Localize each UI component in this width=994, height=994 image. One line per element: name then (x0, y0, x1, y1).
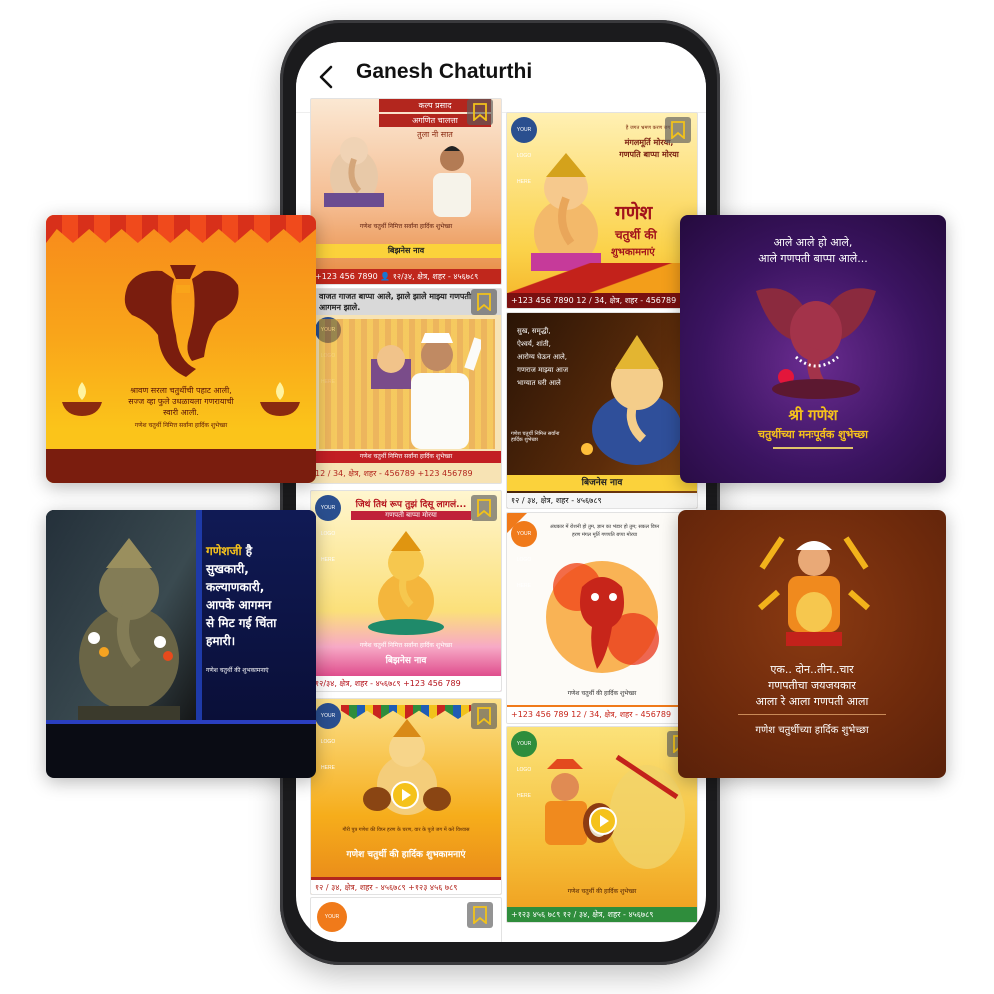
ganesha-painting (537, 557, 667, 677)
card-caption: गणेश चतुर्थी की हार्दिक शुभेच्छा (567, 690, 637, 697)
card-text: सज्ज व्हा फुले उधळायला गणरायाची (128, 397, 234, 406)
card-text: गणपति बाप्पा मोरया (619, 150, 679, 159)
template-card[interactable]: वाजत गाजत बाप्पा आले, झाले झाले माझ्या ग… (310, 288, 502, 484)
card-footer: १२/३४, क्षेत्र, शहर - ४५६७८९ +123 456 78… (311, 676, 501, 691)
card-title: गणेश (615, 202, 653, 224)
card-text: से मिट गई चिंता (206, 616, 277, 630)
bookmark-icon[interactable] (471, 495, 497, 521)
card-caption: गणेश चतुर्थी निमित्त सर्वांना हार्दिक शु… (511, 431, 560, 443)
card-text: आपके आगमन (206, 598, 272, 612)
divider (773, 447, 853, 449)
card-text: आले गणपती बाप्पा आले... (758, 252, 868, 265)
card-title: चतुर्थीच्या मनःपूर्वक शुभेच्छा (758, 428, 868, 441)
ganesha-image (567, 329, 692, 469)
card-text: अंधकार में रोशनी हो तुम, ज्ञान का भंडार … (549, 524, 660, 538)
template-card[interactable]: YOUR LOGO HERE गौरी पुत्र गणेश की विघ्न … (310, 698, 502, 895)
card-footer: 12 / 34, क्षेत्र, शहर - 456789 +123 4567… (311, 465, 501, 483)
logo-placeholder: YOUR LOGO HERE (315, 703, 341, 771)
card-text: कल्याणकारी, (206, 580, 265, 594)
card-text: एक.. दोन..तीन..चार (770, 663, 854, 676)
card-subheading: गणपती बाप्पा मोरया (351, 511, 471, 520)
card-heading: जिथं तिथं रूप तुझं दिसू लागलं... (355, 500, 467, 510)
page-title: Ganesh Chaturthi (356, 60, 533, 83)
boy-image (421, 141, 483, 217)
card-caption: गणेश चतुर्थी निमित्त सर्वांना हार्दिक शु… (134, 422, 228, 429)
template-card[interactable]: कल्प प्रसाद अगणित चालत्ता तुला नी सात गण… (310, 98, 502, 285)
business-name: बिजनेस नाव (507, 475, 697, 491)
play-button-icon[interactable] (589, 807, 617, 835)
highlight-text: गणेशजी (206, 544, 242, 558)
divider (738, 714, 886, 715)
card-text: आले आले हो आले, (773, 236, 853, 249)
card-caption: गणेश चतुर्थी निमित्त सर्वांना हार्दिक शु… (359, 223, 453, 230)
boy-with-ganesha-image (752, 528, 876, 652)
logo-placeholder: YOUR LOGO HERE (511, 117, 537, 185)
ganesha-outline-icon (118, 265, 248, 380)
card-title: श्री गणेश (788, 406, 838, 424)
logo-placeholder: YOUR LOGO HERE (315, 495, 341, 563)
bunting-decoration (46, 215, 316, 243)
card-text: है (245, 544, 253, 558)
logo-placeholder: YOUR LOGO HERE (511, 521, 537, 589)
template-card[interactable]: YOUR LOGO HERE अंधकार में रोशनी हो तुम, … (506, 512, 698, 724)
card-text: हमारी। (206, 634, 236, 648)
featured-card-brown[interactable]: एक.. दोन..तीन..चार गणपतीचा जयजयकार आला र… (678, 510, 946, 778)
card-title: शुभकामनाएं (611, 247, 655, 258)
featured-card-orange[interactable]: श्रावण सरला चतुर्थीची पहाट आली, सज्ज व्ह… (46, 215, 316, 483)
template-card[interactable]: YOUR LOGO HERE है जगत भ्रमण करण जग मंगलम… (506, 112, 698, 309)
template-card[interactable]: YOUR LOGO HERE जिथं तिथं रूप तुझं दिसू ल… (310, 490, 502, 692)
template-card[interactable]: YOUR LOGO HERE (310, 897, 502, 942)
card-caption: गणेश चतुर्थीच्या हार्दिक शुभेच्छा (755, 725, 869, 736)
card-footer: +123 456 7890 12 / 34, क्षेत्र, शहर - 45… (507, 293, 697, 308)
card-caption: गणेश चतुर्थी निमित्त सर्वांना हार्दिक शु… (359, 642, 453, 649)
ganesha-image (361, 527, 451, 637)
back-arrow-icon[interactable] (310, 60, 344, 94)
template-card[interactable]: सुख, समृद्धी, ऐश्वर्य, शांती, आरोग्य घेऊ… (506, 312, 698, 509)
card-footer: +123 456 789 12 / 34, क्षेत्र, शहर - 456… (507, 705, 697, 723)
man-image (351, 329, 484, 449)
ganesha-image (746, 271, 886, 401)
card-text: श्रावण सरला चतुर्थीची पहाट आली, (130, 386, 232, 395)
card-footer: १२ / ३४, क्षेत्र, शहर - ४५६७८९ (507, 493, 697, 508)
card-text: आला रे आला गणपती आला (755, 695, 869, 708)
card-text: सुखकारी, (206, 562, 249, 576)
card-verse: गौरी पुत्र गणेश की विघ्न हरण के चरण, वार… (342, 827, 470, 833)
business-name: बिझनेस नाव (385, 656, 427, 666)
card-bottom-band (46, 449, 316, 483)
diya-lamp-icon (60, 380, 104, 420)
diya-lamp-icon (258, 380, 302, 420)
ganesha-image (521, 143, 611, 273)
card-footer: +१२३ ४५६ ७८९ १२ / ३४, क्षेत्र, शहर - ४५६… (507, 907, 697, 922)
phone-screen: Ganesh Chaturthi कल्प प्रसाद अगणित चालत्… (296, 42, 706, 942)
bookmark-icon[interactable] (471, 289, 497, 315)
card-text: तुला नी सात (417, 130, 453, 139)
bunting-decoration (341, 705, 471, 719)
card-title: चतुर्थी की (615, 228, 657, 242)
bookmark-icon[interactable] (467, 99, 493, 125)
ganesha-statue-image (64, 538, 194, 723)
divider (196, 510, 202, 720)
ganesha-image (319, 129, 389, 209)
accent-line (46, 720, 316, 724)
bookmark-icon[interactable] (665, 117, 691, 143)
business-name: बिझनेस नाव (311, 244, 501, 258)
card-caption: गणेश चतुर्थी की शुभकामनाएं (206, 667, 269, 674)
card-footer: १२ / ३४, क्षेत्र, शहर - ४५६७८९ +१२३ ४५६ … (311, 877, 501, 894)
card-footer: +123 456 7890 👤 १२/३४, क्षेत्र, शहर - ४५… (311, 269, 501, 284)
bookmark-icon[interactable] (467, 902, 493, 928)
featured-card-purple[interactable]: आले आले हो आले, आले गणपती बाप्पा आले... … (680, 215, 946, 483)
card-caption: गणेश चतुर्थी की हार्दिक शुभेच्छा (567, 888, 637, 895)
card-text: सुख, समृद्धी, ऐश्वर्य, शांती, आरोग्य घेऊ… (517, 327, 569, 387)
card-caption: गणेश चतुर्थी की हार्दिक शुभकामनाएं (346, 850, 466, 860)
card-text: गणपतीचा जयजयकार (768, 679, 856, 692)
featured-card-dark[interactable]: गणेशजी है सुखकारी, कल्याणकारी, आपके आगमन… (46, 510, 316, 778)
decorative-wave (507, 263, 697, 293)
template-card[interactable]: YOUR LOGO HERE गणेश चतुर्थी की हार्दिक श… (506, 726, 698, 923)
logo-placeholder: YOUR LOGO HERE (317, 902, 347, 932)
card-text: स्वारी आली. (163, 408, 199, 417)
card-caption: गणेश चतुर्थी निमित्त सर्वांना हार्दिक शु… (311, 451, 501, 463)
bookmark-icon[interactable] (471, 703, 497, 729)
play-button-icon[interactable] (391, 781, 419, 809)
